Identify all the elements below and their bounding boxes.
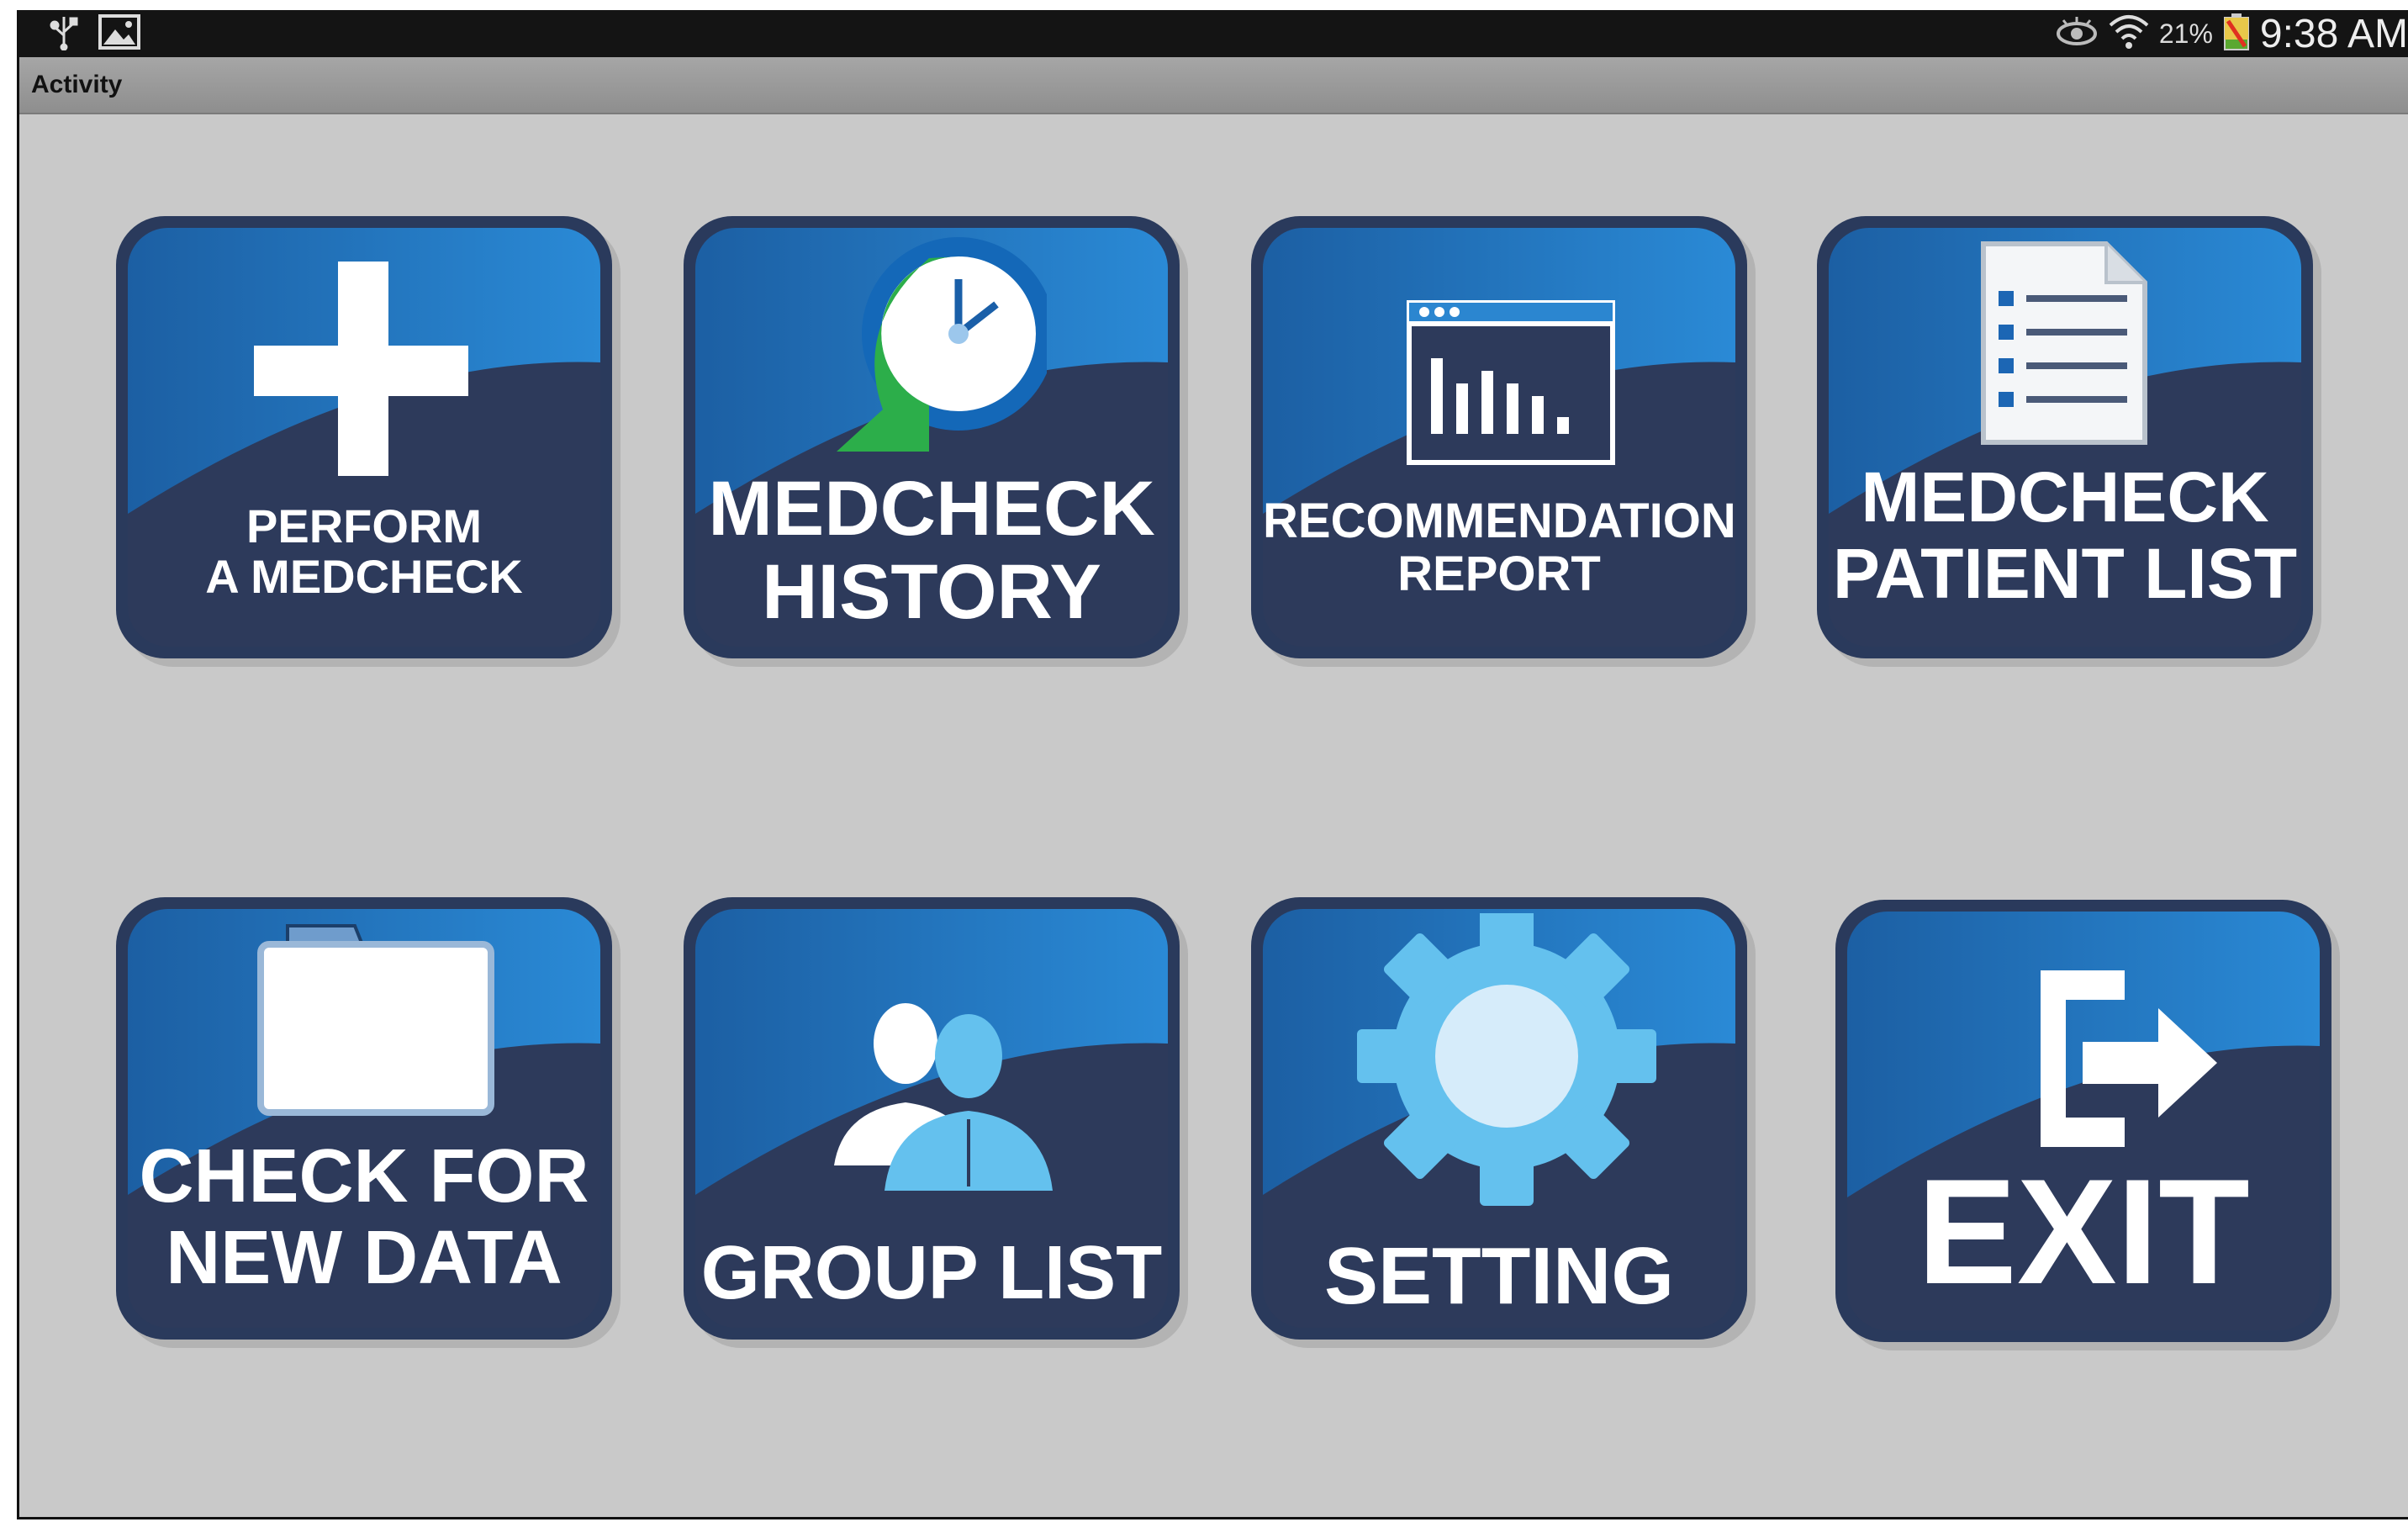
setting-label: SETTING (1323, 1231, 1674, 1321)
medcheck-patient-list-label: MEDCHECK PATIENT LIST (1832, 457, 2298, 613)
exit-door-icon (2041, 970, 2217, 1147)
image-icon (98, 14, 140, 53)
setting-button[interactable]: SETTING (1251, 897, 1747, 1340)
medcheck-patient-list-button[interactable]: MEDCHECK PATIENT LIST (1817, 216, 2313, 658)
battery-percent: 21% (2158, 18, 2213, 49)
recommendation-report-label: RECOMMENDATION REPORT (1263, 494, 1735, 601)
report-chart-icon (1407, 300, 1615, 465)
perform-medcheck-button[interactable]: PERFORM A MEDCHECK (116, 216, 612, 658)
clock-time: 9:38 AM (2259, 11, 2408, 56)
check-for-new-data-button[interactable]: CHECK FOR NEW DATA (116, 897, 612, 1340)
check-for-new-data-label: CHECK FOR NEW DATA (139, 1134, 589, 1301)
document-list-icon (1981, 241, 2147, 445)
medcheck-history-label: MEDCHECK HISTORY (708, 466, 1155, 636)
group-list-label: GROUP LIST (700, 1231, 1163, 1315)
medcheck-history-button[interactable]: MEDCHECK HISTORY (684, 216, 1180, 658)
exit-label: EXIT (1917, 1148, 2250, 1315)
group-people-icon (834, 1003, 1053, 1191)
history-clock-icon (837, 237, 1047, 452)
page-title: Activity (31, 71, 123, 98)
usb-icon (50, 13, 78, 54)
battery-icon (2221, 13, 2252, 55)
gear-icon (1357, 913, 1656, 1206)
group-list-button[interactable]: GROUP LIST (684, 897, 1180, 1340)
status-bar: 21% 9:38 AM (19, 10, 2408, 57)
recommendation-report-button[interactable]: RECOMMENDATION REPORT (1251, 216, 1747, 658)
exit-button[interactable]: EXIT (1835, 900, 2331, 1342)
plus-icon (254, 262, 468, 476)
folder-icon (257, 924, 494, 1116)
perform-medcheck-label: PERFORM A MEDCHECK (205, 499, 523, 604)
title-bar: Activity (19, 57, 2408, 114)
app-screen: 21% 9:38 AM Activity PERFORM A MEDCHECK (17, 10, 2408, 1519)
eye-icon (2055, 15, 2099, 52)
wifi-icon (2107, 12, 2151, 55)
